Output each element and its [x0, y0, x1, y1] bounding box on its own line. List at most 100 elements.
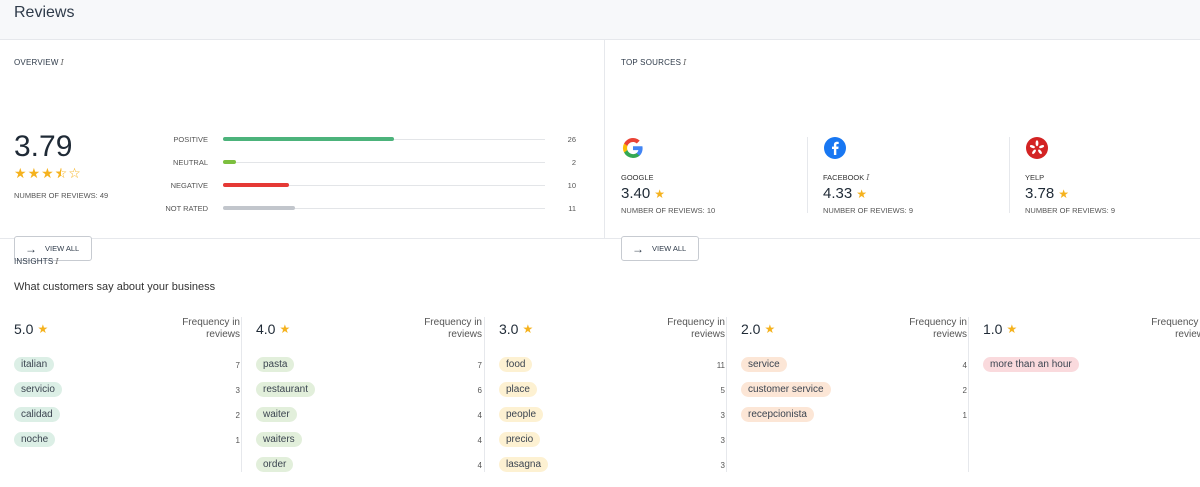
sentiment-row: NEUTRAL 2	[150, 156, 580, 179]
star-icon: ★	[856, 186, 867, 201]
star-full-icon: ★	[41, 165, 54, 181]
keyword-tag[interactable]: noche	[14, 432, 56, 447]
keyword-row: food 11	[499, 357, 725, 382]
source-divider	[1009, 137, 1010, 213]
keyword-tag[interactable]: order	[256, 457, 294, 472]
source-review-count: NUMBER OF REVIEWS: 10	[621, 206, 716, 215]
info-icon[interactable]: i	[683, 58, 686, 67]
keyword-row: place 5	[499, 382, 725, 407]
frequency-header: Frequency inreviews	[909, 317, 967, 340]
column-divider	[726, 317, 727, 472]
keyword-tag[interactable]: precio	[499, 432, 541, 447]
keyword-count: 3	[720, 436, 725, 445]
keyword-tag[interactable]: calidad	[14, 407, 60, 422]
info-icon[interactable]: i	[866, 173, 869, 182]
star-rating: ★★★☆★☆	[14, 166, 81, 180]
source-name: YELP	[1025, 173, 1045, 182]
source-divider	[807, 137, 808, 213]
rating-value: 2.0 ★	[741, 321, 776, 337]
review-count: NUMBER OF REVIEWS: 49	[14, 191, 109, 200]
sentiment-row: NOT RATED 11	[150, 202, 580, 225]
rating-column-header: 5.0 ★ Frequency in reviews	[14, 317, 240, 357]
keyword-tag[interactable]: place	[499, 382, 537, 397]
keyword-tag[interactable]: italian	[14, 357, 55, 372]
keyword-count: 1	[235, 436, 240, 445]
keyword-tag[interactable]: food	[499, 357, 533, 372]
frequency-header: Frequency inreviews	[1151, 317, 1200, 340]
source-yelp[interactable]: YELP 3.78 ★ NUMBER OF REVIEWS: 9	[1025, 136, 1200, 215]
keyword-row: people 3	[499, 407, 725, 432]
star-icon: ★	[654, 186, 665, 201]
overview-panel: OVERVIEWi 3.79 ★★★☆★☆ NUMBER OF REVIEWS:…	[0, 40, 605, 261]
insights-label: INSIGHTS i	[14, 257, 59, 266]
keyword-tag[interactable]: pasta	[256, 357, 295, 372]
keyword-tag[interactable]: waiters	[256, 432, 302, 447]
top-row: OVERVIEWi 3.79 ★★★☆★☆ NUMBER OF REVIEWS:…	[0, 40, 1200, 261]
keyword-count: 3	[720, 461, 725, 470]
rating-value: 1.0 ★	[983, 321, 1018, 337]
insights-panel: INSIGHTS i What customers say about your …	[0, 239, 1200, 486]
keyword-tag[interactable]: more than an hour	[983, 357, 1079, 372]
frequency-header: Frequency inreviews	[667, 317, 725, 340]
sentiment-label: NEUTRAL	[172, 158, 208, 167]
keyword-tag[interactable]: service	[741, 357, 787, 372]
keyword-count: 11	[716, 361, 725, 370]
keyword-row: customer service 2	[741, 382, 967, 407]
keyword-tag[interactable]: restaurant	[256, 382, 316, 397]
top-sources-panel: TOP SOURCES i GOOGLE 3.40 ★ NUMBER OF REV…	[605, 40, 1200, 261]
keyword-tag[interactable]: servicio	[14, 382, 62, 397]
keyword-tag[interactable]: people	[499, 407, 544, 422]
sentiment-count: 11	[568, 204, 576, 213]
rating-column-5-0: 5.0 ★ Frequency in reviews italian 7 servicio 3…	[14, 317, 240, 457]
column-divider	[241, 317, 242, 472]
source-name: GOOGLE	[621, 173, 654, 182]
keyword-tag[interactable]: lasagna	[499, 457, 549, 472]
rating-column-4-0: 4.0 ★ Frequency in reviews pasta 7 restaurant 6…	[256, 317, 482, 482]
source-name: FACEBOOK i	[823, 173, 870, 182]
column-divider	[968, 317, 969, 472]
rating-column-3-0: 3.0 ★ Frequency in reviews food 11 place 5 peopl…	[499, 317, 725, 482]
rating-value: 4.0 ★	[256, 321, 291, 337]
top-sources-label: TOP SOURCES i	[621, 58, 687, 67]
frequency-header: Frequency inreviews	[424, 317, 482, 340]
source-facebook[interactable]: FACEBOOK i 4.33 ★ NUMBER OF REVIEWS: 9	[823, 136, 1013, 215]
keyword-row: noche 1	[14, 432, 240, 457]
keyword-count: 4	[477, 436, 482, 445]
rating-column-header: 3.0 ★ Frequency in reviews	[499, 317, 725, 357]
overview-label: OVERVIEW i	[14, 58, 64, 67]
keyword-row: restaurant 6	[256, 382, 482, 407]
keyword-row: recepcionista 1	[741, 407, 967, 432]
keyword-count: 6	[477, 386, 482, 395]
insights-subtitle: What customers say about your business	[14, 281, 216, 293]
sentiment-track	[223, 162, 545, 163]
keyword-row: more than an hour1	[983, 357, 1200, 382]
sentiment-label: NEGATIVE	[170, 181, 208, 190]
keyword-row: precio 3	[499, 432, 725, 457]
keyword-row: servicio 3	[14, 382, 240, 407]
keyword-tag[interactable]: waiter	[256, 407, 297, 422]
star-icon: ★	[37, 322, 49, 336]
overall-score: 3.79	[14, 130, 73, 163]
rating-column-2-0: 2.0 ★ Frequency in reviews service 4 customer …	[741, 317, 967, 432]
keyword-count: 7	[477, 361, 482, 370]
keyword-row: waiters 4	[256, 432, 482, 457]
rating-column-1-0: 1.0★ Frequency inreviews more than an hour…	[983, 317, 1200, 382]
source-google[interactable]: GOOGLE 3.40 ★ NUMBER OF REVIEWS: 10	[621, 136, 811, 215]
keyword-count: 7	[235, 361, 240, 370]
sentiment-count: 2	[571, 158, 576, 167]
rating-column-header: 1.0★ Frequency inreviews	[983, 317, 1200, 357]
star-empty-icon: ☆	[68, 165, 81, 181]
keyword-count: 5	[720, 386, 725, 395]
star-full-icon: ★	[14, 165, 27, 181]
keyword-tag[interactable]: customer service	[741, 382, 831, 397]
sentiment-count: 26	[567, 135, 576, 144]
source-review-count: NUMBER OF REVIEWS: 9	[1025, 206, 1116, 215]
page-title: Reviews	[14, 4, 75, 21]
info-icon[interactable]: i	[61, 58, 64, 67]
info-icon[interactable]: i	[55, 257, 58, 266]
keyword-count: 2	[235, 411, 240, 420]
keyword-count: 3	[235, 386, 240, 395]
keyword-tag[interactable]: recepcionista	[741, 407, 814, 422]
sentiment-row: NEGATIVE 10	[150, 179, 580, 202]
keyword-count: 4	[477, 461, 482, 470]
